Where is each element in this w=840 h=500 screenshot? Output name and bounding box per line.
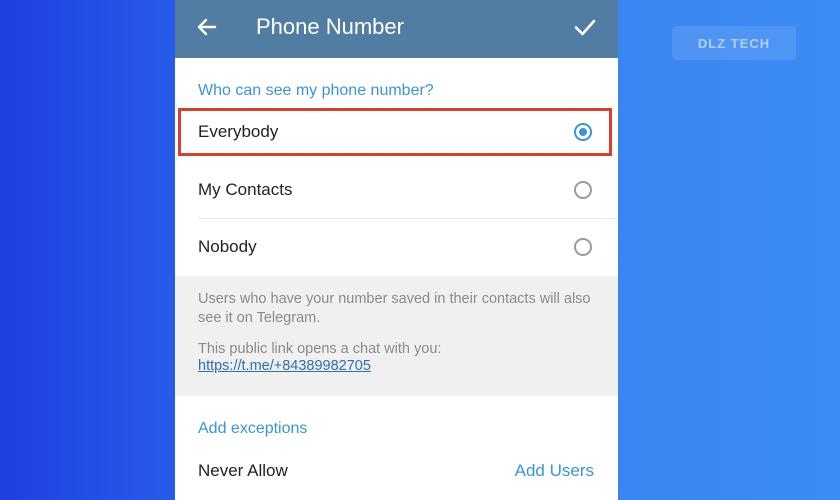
option-everybody[interactable]: Everybody <box>175 104 618 160</box>
visibility-section-header: Who can see my phone number? <box>198 82 434 99</box>
checkmark-icon <box>573 15 597 44</box>
public-link[interactable]: https://t.me/+84389982705 <box>198 358 371 374</box>
add-users-button[interactable]: Add Users <box>515 461 594 481</box>
app-bar: Phone Number <box>175 0 618 58</box>
option-nobody[interactable]: Nobody <box>175 219 618 275</box>
info-description: Users who have your number saved in thei… <box>198 291 591 326</box>
watermark-logo: DLZ TECH <box>672 26 796 60</box>
info-public-link-text: This public link opens a chat with you: <box>198 341 442 357</box>
option-label: Everybody <box>198 122 279 141</box>
radio-unselected-icon[interactable] <box>574 181 592 199</box>
back-button[interactable] <box>191 13 223 45</box>
radio-selected-icon[interactable] <box>574 123 592 141</box>
never-allow-row[interactable]: Never Allow Add Users <box>175 444 618 500</box>
phone-screen: Phone Number Who can see my phone number… <box>175 0 618 500</box>
info-panel: Users who have your number saved in thei… <box>175 276 618 396</box>
exceptions-section-header: Add exceptions <box>198 420 308 437</box>
radio-unselected-icon[interactable] <box>574 238 592 256</box>
watermark-text: DLZ TECH <box>697 35 771 51</box>
option-label: Nobody <box>198 237 257 256</box>
option-label: My Contacts <box>198 180 293 199</box>
confirm-button[interactable] <box>568 12 602 46</box>
arrow-left-icon <box>196 16 218 43</box>
option-my-contacts[interactable]: My Contacts <box>175 162 618 218</box>
never-allow-label: Never Allow <box>198 461 288 480</box>
page-title: Phone Number <box>256 14 404 39</box>
